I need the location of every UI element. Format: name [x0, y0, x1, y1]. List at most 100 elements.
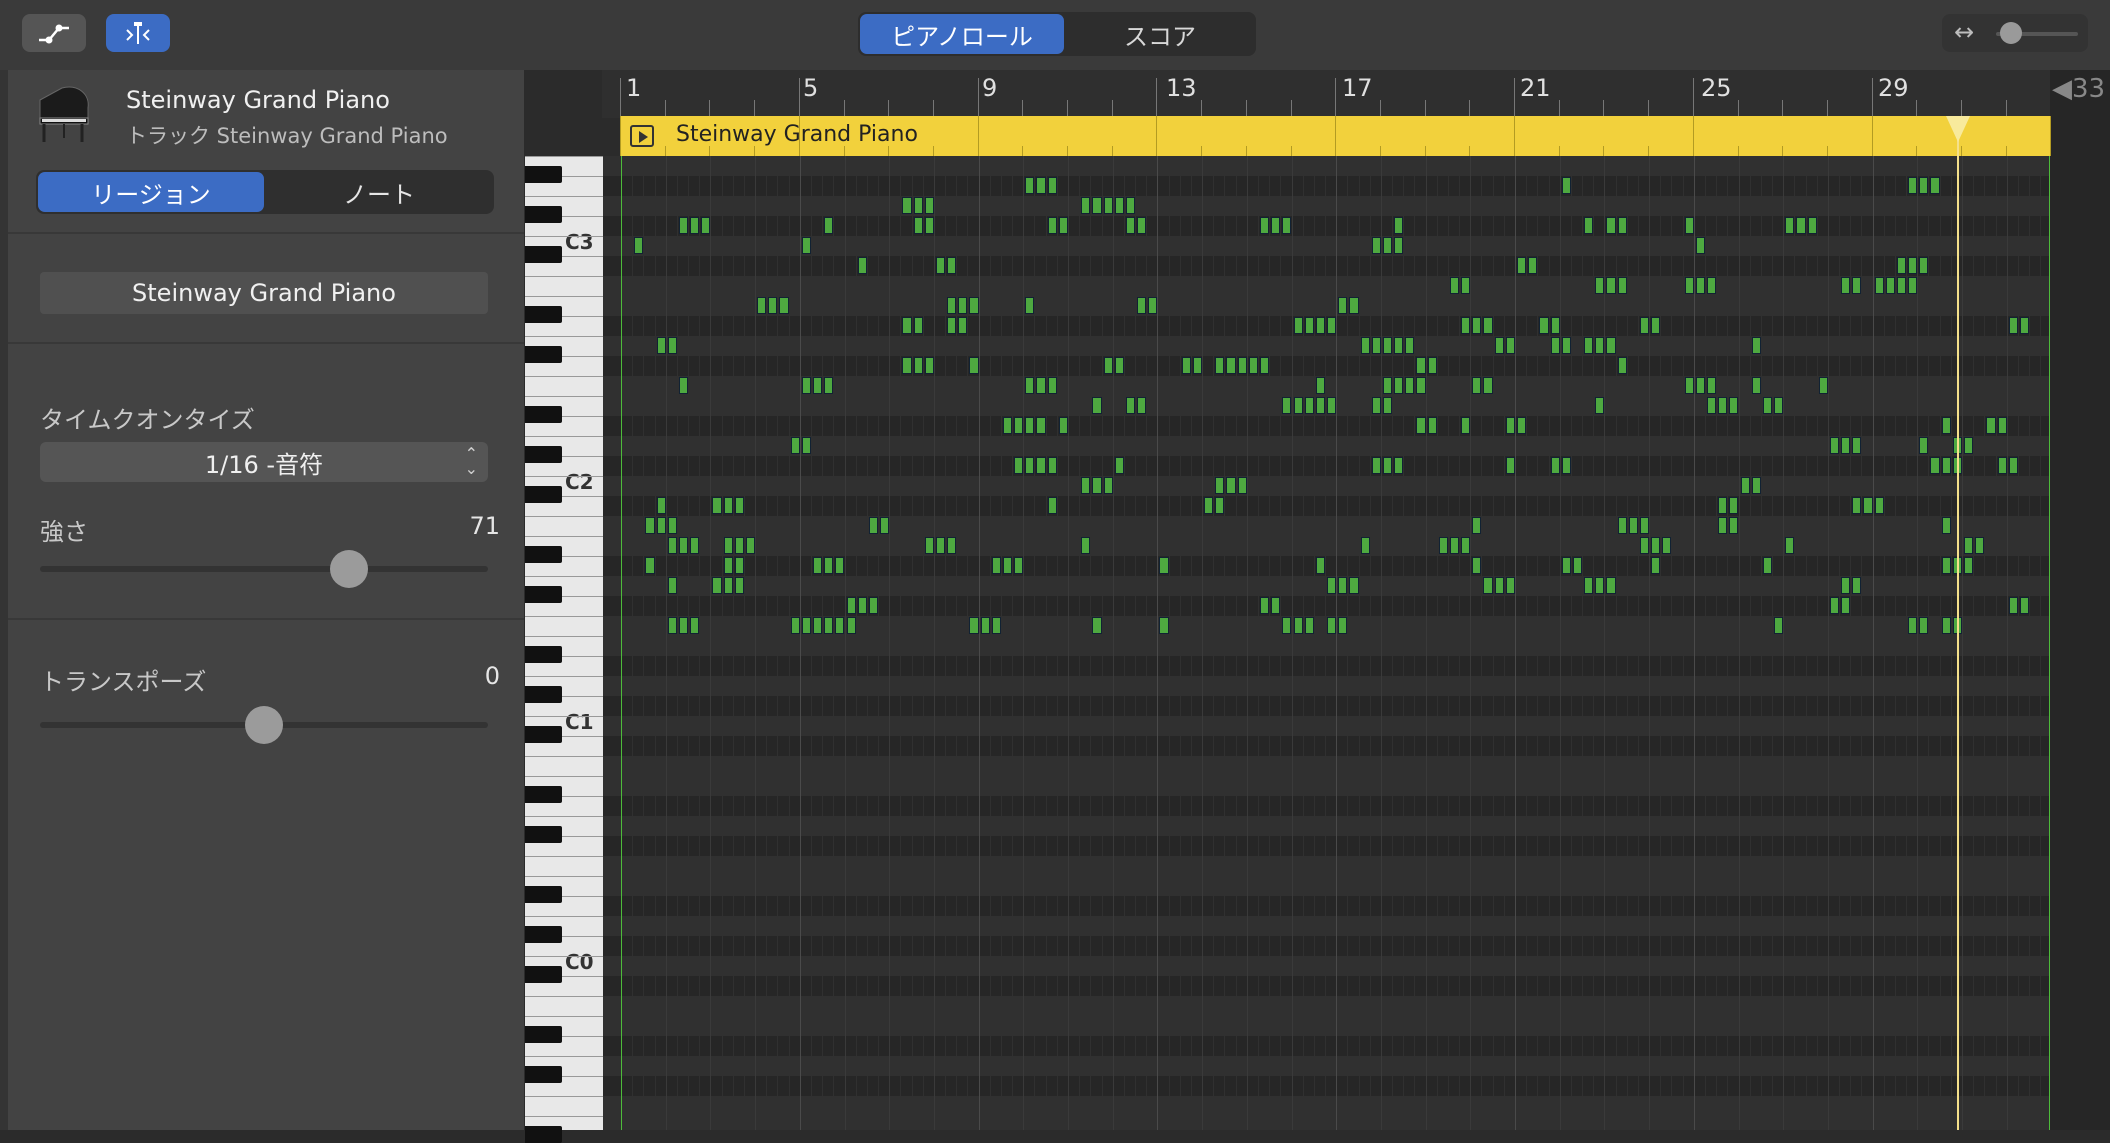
- midi-note[interactable]: [1472, 557, 1482, 574]
- midi-note[interactable]: [1148, 297, 1158, 314]
- midi-note[interactable]: [1472, 377, 1482, 394]
- midi-note[interactable]: [1729, 517, 1739, 534]
- midi-note[interactable]: [1125, 397, 1136, 414]
- black-key[interactable]: [525, 686, 562, 703]
- midi-note[interactable]: [634, 237, 644, 254]
- midi-note[interactable]: [1829, 437, 1840, 454]
- midi-note[interactable]: [1360, 537, 1370, 554]
- midi-note[interactable]: [1125, 217, 1136, 234]
- midi-note[interactable]: [969, 297, 979, 314]
- midi-note[interactable]: [1841, 577, 1851, 594]
- transpose-slider-knob[interactable]: [245, 706, 283, 744]
- black-key[interactable]: [525, 1026, 562, 1043]
- black-key[interactable]: [525, 486, 562, 503]
- midi-note[interactable]: [1338, 617, 1348, 634]
- midi-note[interactable]: [1025, 377, 1035, 394]
- midi-note[interactable]: [1293, 617, 1303, 634]
- midi-note[interactable]: [812, 617, 823, 634]
- midi-note[interactable]: [667, 617, 677, 634]
- midi-note[interactable]: [1919, 437, 1929, 454]
- midi-note[interactable]: [1137, 397, 1147, 414]
- midi-note[interactable]: [1874, 277, 1884, 294]
- midi-note[interactable]: [835, 557, 845, 574]
- midi-note[interactable]: [1606, 277, 1616, 294]
- midi-note[interactable]: [1014, 457, 1024, 474]
- midi-note[interactable]: [1315, 377, 1326, 394]
- midi-note[interactable]: [1584, 577, 1594, 594]
- midi-note[interactable]: [1371, 237, 1381, 254]
- midi-note[interactable]: [1382, 457, 1393, 474]
- midi-note[interactable]: [1550, 457, 1560, 474]
- midi-note[interactable]: [1751, 337, 1761, 354]
- midi-note[interactable]: [1494, 337, 1504, 354]
- midi-note[interactable]: [913, 217, 923, 234]
- horizontal-zoom-slider[interactable]: ↔: [1942, 14, 2088, 52]
- midi-note[interactable]: [1360, 337, 1370, 354]
- midi-note[interactable]: [1941, 517, 1951, 534]
- midi-note[interactable]: [1505, 337, 1515, 354]
- midi-note[interactable]: [1394, 377, 1404, 394]
- midi-note[interactable]: [1774, 617, 1784, 634]
- midi-note[interactable]: [1058, 417, 1068, 434]
- midi-note[interactable]: [1103, 357, 1113, 374]
- velocity-slider[interactable]: [40, 566, 488, 572]
- black-key[interactable]: [525, 646, 562, 663]
- midi-note[interactable]: [1550, 337, 1560, 354]
- midi-note[interactable]: [1025, 417, 1035, 434]
- midi-note[interactable]: [1997, 457, 2007, 474]
- midi-note[interactable]: [1327, 617, 1337, 634]
- midi-note[interactable]: [812, 557, 823, 574]
- midi-note[interactable]: [1349, 577, 1359, 594]
- black-key[interactable]: [525, 826, 562, 843]
- midi-note[interactable]: [1338, 577, 1348, 594]
- midi-note[interactable]: [1125, 197, 1136, 214]
- midi-note[interactable]: [690, 217, 700, 234]
- midi-note[interactable]: [1036, 377, 1046, 394]
- midi-note[interactable]: [1036, 457, 1046, 474]
- midi-note[interactable]: [1327, 317, 1337, 334]
- midi-note[interactable]: [1025, 457, 1035, 474]
- midi-note[interactable]: [857, 257, 867, 274]
- midi-note[interactable]: [1483, 377, 1493, 394]
- midi-note[interactable]: [1505, 457, 1515, 474]
- midi-note[interactable]: [1304, 317, 1314, 334]
- midi-note[interactable]: [1595, 397, 1605, 414]
- midi-note[interactable]: [1371, 337, 1381, 354]
- midi-note[interactable]: [1740, 477, 1750, 494]
- midi-note[interactable]: [1919, 617, 1929, 634]
- midi-note[interactable]: [902, 317, 912, 334]
- midi-note[interactable]: [1919, 257, 1929, 274]
- midi-note[interactable]: [1651, 317, 1661, 334]
- midi-note[interactable]: [1606, 337, 1616, 354]
- midi-note[interactable]: [1405, 337, 1415, 354]
- midi-note[interactable]: [1628, 517, 1638, 534]
- midi-note[interactable]: [1114, 457, 1124, 474]
- midi-note[interactable]: [1706, 277, 1717, 294]
- midi-note[interactable]: [1706, 377, 1717, 394]
- midi-note[interactable]: [924, 217, 934, 234]
- midi-note[interactable]: [902, 197, 912, 214]
- midi-note[interactable]: [1863, 497, 1873, 514]
- midi-note[interactable]: [712, 577, 722, 594]
- midi-note[interactable]: [1908, 177, 1918, 194]
- velocity-slider-knob[interactable]: [330, 550, 369, 588]
- midi-note[interactable]: [1394, 457, 1404, 474]
- midi-note[interactable]: [734, 497, 744, 514]
- midi-note[interactable]: [1841, 437, 1851, 454]
- midi-note[interactable]: [846, 597, 856, 614]
- midi-note[interactable]: [935, 257, 946, 274]
- midi-note[interactable]: [846, 617, 856, 634]
- midi-note[interactable]: [1394, 237, 1404, 254]
- midi-note[interactable]: [1941, 417, 1951, 434]
- midi-note[interactable]: [1494, 577, 1504, 594]
- midi-note[interactable]: [1371, 397, 1381, 414]
- quantize-popup[interactable]: 1/16 -音符 ⌃ ⌄: [40, 442, 488, 482]
- black-key[interactable]: [525, 786, 562, 803]
- midi-note[interactable]: [812, 377, 823, 394]
- midi-note[interactable]: [1092, 397, 1102, 414]
- midi-note[interactable]: [1852, 497, 1862, 514]
- midi-note[interactable]: [913, 317, 923, 334]
- midi-note[interactable]: [1617, 277, 1627, 294]
- midi-note[interactable]: [1896, 257, 1907, 274]
- midi-note[interactable]: [1382, 237, 1393, 254]
